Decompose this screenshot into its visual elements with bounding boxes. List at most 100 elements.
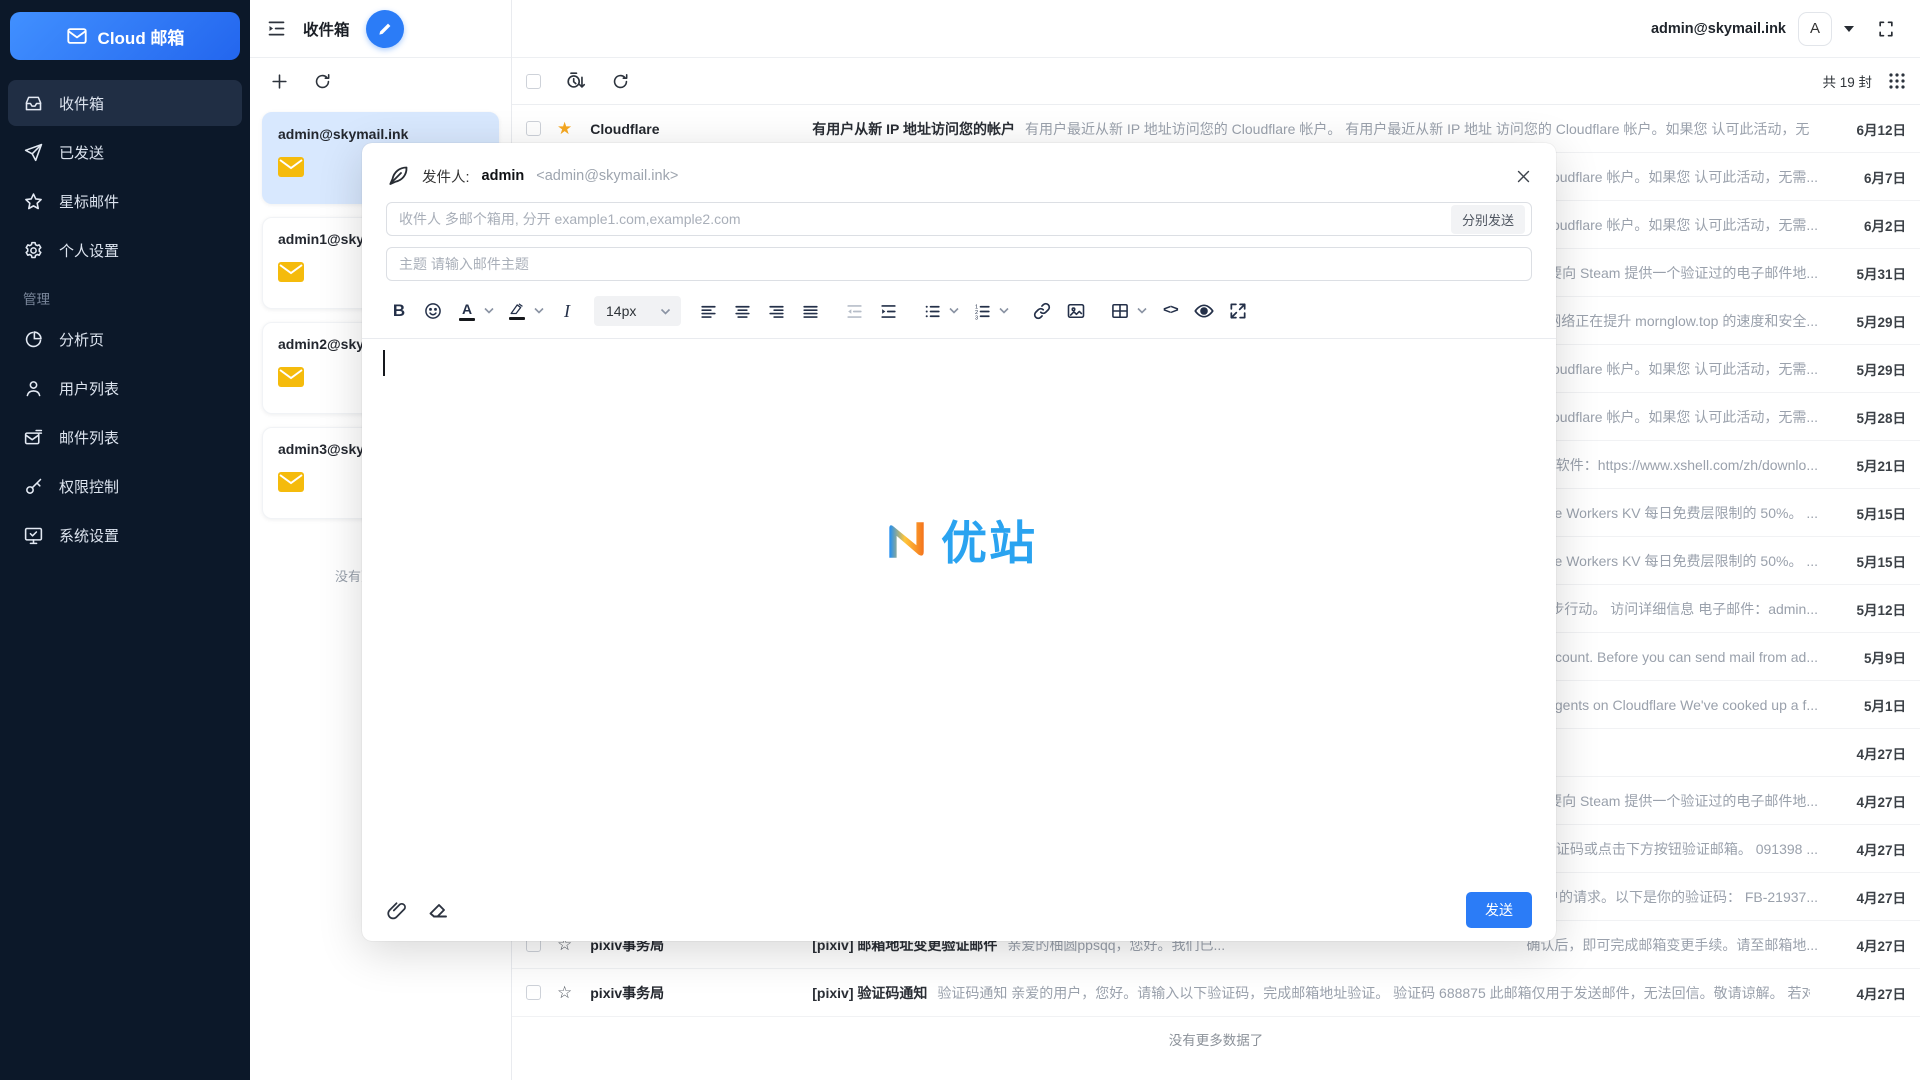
sidebar-item-analytics[interactable]: 分析页 [8, 316, 242, 362]
row-checkbox[interactable] [526, 985, 541, 1000]
sidebar-item-starred[interactable]: 星标邮件 [8, 178, 242, 224]
email-list-toolbar: 共 19 封 [512, 58, 1920, 105]
email-preview: 有用户最近从新 IP 地址访问您的 Cloudflare 帐户。 有用户最近从新… [1025, 119, 1810, 139]
bullet-list-chevron-icon[interactable] [945, 307, 963, 314]
sidebar-item-mail-list[interactable]: 邮件列表 [8, 414, 242, 460]
align-center-button[interactable] [725, 296, 759, 326]
layout-grid-icon[interactable] [1888, 72, 1906, 90]
subject-placeholder: 主题 请输入邮件主题 [399, 254, 529, 274]
highlight-chevron-icon[interactable] [530, 307, 548, 314]
email-row[interactable]: ☆ pixiv事务局 [pixiv] 验证码通知 验证码通知 亲爱的用户，您好。… [512, 969, 1920, 1017]
row-checkbox[interactable] [526, 121, 541, 136]
envelope-logo-icon [66, 25, 88, 47]
sidebar-item-inbox[interactable]: 收件箱 [8, 80, 242, 126]
attachment-icon[interactable] [386, 899, 408, 921]
email-preview-tail: lare Workers KV 每日免费层限制的 50%。 ... [1531, 503, 1818, 523]
star-icon[interactable]: ★ [557, 120, 572, 137]
compose-button[interactable] [366, 10, 404, 48]
justify-button[interactable] [793, 296, 827, 326]
collapse-menu-icon[interactable] [266, 18, 287, 39]
ordered-list-button[interactable]: 123 [965, 296, 999, 326]
code-view-button[interactable]: <> [1153, 296, 1187, 326]
email-preview-tail: 户的请求。以下是你的验证码： FB-21937... [1537, 887, 1818, 907]
text-color-button[interactable]: A [450, 296, 484, 326]
email-preview-tail: Cloudflare 帐户。如果您 认可此活动，无需... [1531, 407, 1818, 427]
link-button[interactable] [1025, 296, 1059, 326]
sidebar-item-label: 系统设置 [59, 525, 119, 546]
align-left-button[interactable] [691, 296, 725, 326]
recipients-input[interactable]: 收件人 多邮个箱用, 分开 example1.com,example2.com … [386, 202, 1532, 236]
email-preview-tail: Cloudflare 帐户。如果您 认可此活动，无需... [1531, 359, 1818, 379]
email-date: 4月27日 [1818, 887, 1906, 907]
select-all-checkbox[interactable] [526, 74, 541, 89]
compose-header: 发件人: admin <admin@skymail.ink> [362, 143, 1556, 191]
email-preview-tail: 一步行动。 访问详细信息 电子邮件：admin... [1528, 599, 1818, 619]
indent-button[interactable] [871, 296, 905, 326]
email-sender: pixiv事务局 [590, 983, 812, 1003]
mailbox-title: 收件箱 [303, 18, 350, 40]
sidebar-item-users[interactable]: 用户列表 [8, 365, 242, 411]
from-name: admin [482, 168, 525, 184]
bullet-list-button[interactable] [915, 296, 949, 326]
paper-plane-icon [23, 142, 44, 163]
italic-button[interactable]: I [550, 296, 584, 326]
pencil-icon [376, 20, 394, 38]
mailbox-column-toolbar [250, 58, 511, 104]
inbox-icon [23, 93, 44, 114]
email-date: 5月12日 [1818, 599, 1906, 619]
sidebar-item-permissions[interactable]: 权限控制 [8, 463, 242, 509]
editor-body[interactable]: 优站 [362, 338, 1556, 879]
subject-input[interactable]: 主题 请输入邮件主题 [386, 247, 1532, 281]
avatar[interactable]: A [1798, 12, 1832, 46]
email-text: [pixiv] 验证码通知 验证码通知 亲爱的用户，您好。请输入以下验证码，完成… [812, 983, 1818, 1003]
refresh-list-icon[interactable] [611, 72, 630, 91]
email-subject: [pixiv] 验证码通知 [812, 983, 927, 1003]
account-dropdown-icon[interactable] [1844, 26, 1854, 37]
refresh-accounts-icon[interactable] [313, 72, 332, 91]
email-date: 5月28日 [1818, 407, 1906, 427]
send-button[interactable]: 发送 [1466, 892, 1532, 928]
insert-image-button[interactable] [1059, 296, 1093, 326]
text-color-chevron-icon[interactable] [480, 307, 498, 314]
sidebar-item-system-settings[interactable]: 系统设置 [8, 512, 242, 558]
add-account-icon[interactable] [270, 72, 289, 91]
compose-footer: 发送 [362, 879, 1556, 941]
email-sender: Cloudflare [590, 121, 812, 137]
email-date: 4月27日 [1818, 935, 1906, 955]
email-date: 4月27日 [1818, 983, 1906, 1003]
table-chevron-icon[interactable] [1133, 307, 1151, 314]
outdent-button[interactable] [837, 296, 871, 326]
fullscreen-icon[interactable] [1876, 19, 1896, 39]
from-label: 发件人: [422, 166, 470, 187]
email-date: 4月27日 [1818, 791, 1906, 811]
eraser-icon[interactable] [426, 898, 450, 922]
font-size-select[interactable]: 14px [594, 296, 681, 326]
insert-table-button[interactable] [1103, 296, 1137, 326]
brand-n-logo-icon [881, 515, 931, 565]
star-icon[interactable]: ☆ [557, 984, 572, 1001]
split-send-button[interactable]: 分别发送 [1451, 205, 1525, 234]
email-date: 6月12日 [1818, 119, 1906, 139]
preview-eye-button[interactable] [1187, 296, 1221, 326]
sidebar-item-personal-settings[interactable]: 个人设置 [8, 227, 242, 273]
sidebar-item-sent[interactable]: 已发送 [8, 129, 242, 175]
sort-by-time-icon[interactable] [565, 70, 587, 92]
align-right-button[interactable] [759, 296, 793, 326]
fullscreen-editor-button[interactable] [1221, 296, 1255, 326]
close-icon[interactable] [1515, 168, 1532, 185]
account-email: admin@skymail.ink [278, 126, 483, 142]
key-icon [23, 476, 44, 497]
brand-name-text: 优站 [941, 507, 1037, 573]
email-preview-tail: Cloudflare 帐户。如果您 认可此活动，无需... [1531, 167, 1818, 187]
logo-button[interactable]: Cloud 邮箱 [10, 12, 240, 60]
emoji-button[interactable] [416, 296, 450, 326]
from-email: <admin@skymail.ink> [536, 168, 678, 184]
email-subject: 有用户从新 IP 地址访问您的帐户 [812, 119, 1015, 139]
user-icon [23, 378, 44, 399]
email-date: 6月7日 [1818, 167, 1906, 187]
sidebar-item-label: 收件箱 [59, 93, 104, 114]
list-no-more-text: 没有更多数据了 [512, 1017, 1920, 1065]
ordered-list-chevron-icon[interactable] [995, 307, 1013, 314]
highlight-button[interactable] [500, 296, 534, 326]
bold-button[interactable]: B [382, 296, 416, 326]
